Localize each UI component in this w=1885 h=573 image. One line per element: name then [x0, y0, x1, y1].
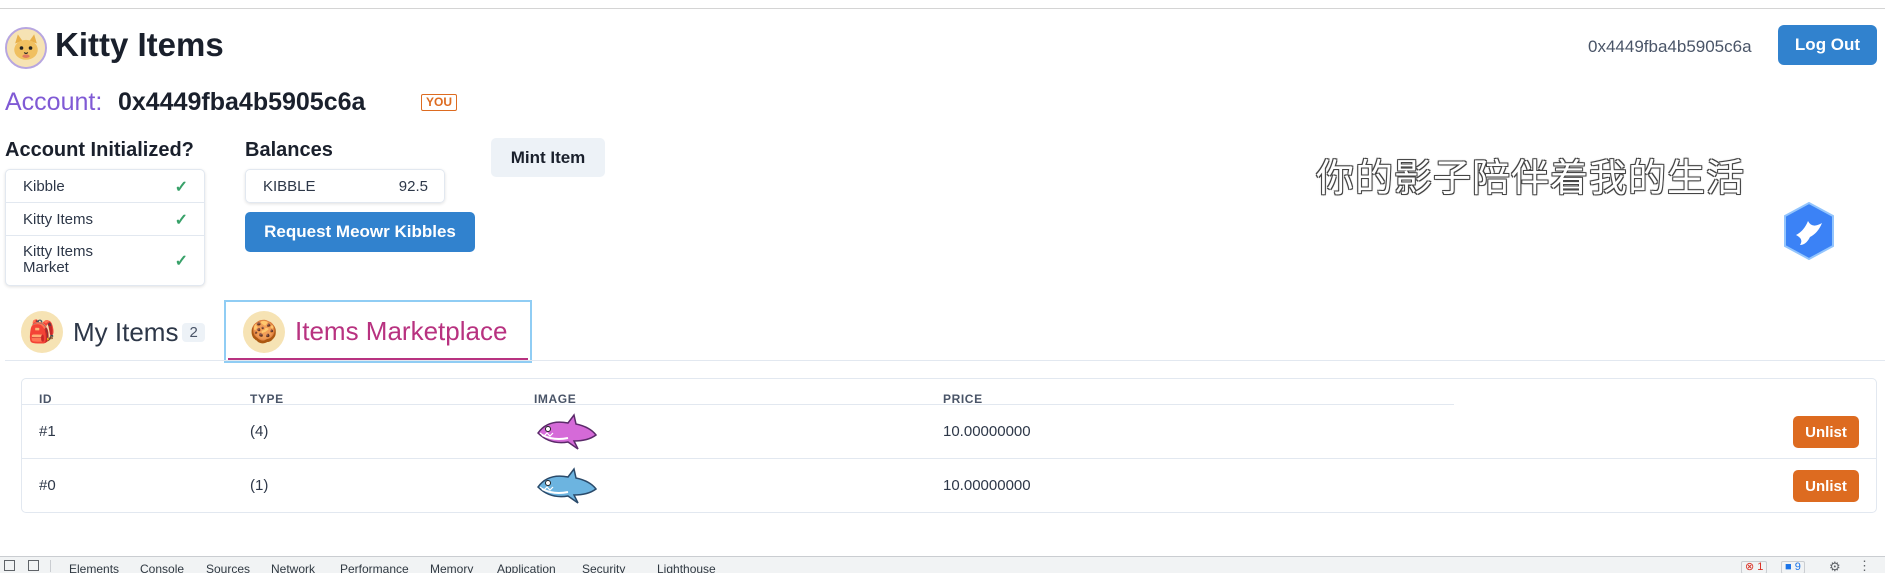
balances-heading: Balances	[245, 139, 333, 161]
bird-hexagon-icon[interactable]	[1782, 201, 1836, 261]
cell-id: #1	[39, 423, 56, 440]
tab-count-badge: 2	[182, 322, 205, 342]
you-badge: YOU	[421, 94, 458, 111]
errors-badge[interactable]: ⊗ 1	[1741, 561, 1768, 573]
cookie-icon: 🍪	[243, 310, 285, 353]
more-options-icon[interactable]: ⋮	[1858, 558, 1871, 573]
init-item-label: Kitty Items Market	[23, 243, 94, 276]
account-address: 0x4449fba4b5905c6a	[118, 88, 366, 116]
devtools-tab-application[interactable]: Application	[497, 562, 556, 573]
cell-price: 10.00000000	[943, 477, 1031, 494]
marketplace-table: ID TYPE IMAGE PRICE #1 (4) 10.00000000 U…	[21, 378, 1877, 513]
kibble-balance: KIBBLE 92.5	[245, 169, 445, 203]
top-divider	[0, 8, 1885, 9]
init-item-kibble: Kibble ✓	[6, 170, 204, 203]
check-icon: ✓	[174, 253, 188, 270]
devtools-separator	[50, 560, 51, 572]
balance-token: KIBBLE	[263, 178, 316, 195]
devtools-tab-security[interactable]: Security	[582, 562, 625, 573]
tab-items-marketplace[interactable]: 🍪 Items Marketplace	[224, 300, 532, 363]
inspect-element-icon[interactable]	[4, 560, 15, 571]
table-row: #0 (1) 10.00000000 Unlist	[22, 459, 1876, 513]
mint-item-button[interactable]: Mint Item	[491, 138, 605, 177]
unlist-button[interactable]: Unlist	[1793, 416, 1859, 448]
cell-type: (4)	[250, 423, 269, 440]
cell-price: 10.00000000	[943, 423, 1031, 440]
unlist-button[interactable]: Unlist	[1793, 470, 1859, 502]
messages-count: 9	[1794, 561, 1801, 573]
tab-label: Items Marketplace	[295, 316, 508, 346]
tab-my-items[interactable]: 🎒 My Items 2	[21, 311, 205, 353]
cell-type: (1)	[250, 477, 269, 494]
account-initialized-list: Kibble ✓ Kitty Items ✓ Kitty Items Marke…	[5, 169, 205, 286]
devtools-tab-sources[interactable]: Sources	[206, 562, 250, 573]
init-item-kitty-items-market: Kitty Items Market ✓	[6, 236, 204, 285]
gear-icon[interactable]: ⚙	[1829, 559, 1841, 573]
init-item-label: Kitty Items	[23, 211, 94, 228]
header-account-address: 0x4449fba4b5905c6a	[1588, 37, 1752, 56]
errors-count: 1	[1757, 561, 1764, 573]
init-item-label: Kibble	[23, 178, 65, 195]
devtools-tab-lighthouse[interactable]: Lighthouse	[657, 562, 716, 573]
kitty-logo-icon	[5, 27, 47, 69]
pink-shark-icon	[537, 413, 598, 450]
messages-badge[interactable]: ■ 9	[1781, 561, 1805, 573]
balance-amount: 92.5	[398, 178, 428, 195]
devtools-tab-memory[interactable]: Memory	[430, 562, 473, 573]
tab-label: My Items	[73, 316, 179, 347]
init-item-kitty-items: Kitty Items ✓	[6, 203, 204, 236]
check-icon: ✓	[174, 212, 188, 229]
account-label: Account:	[5, 88, 103, 116]
devtools-tab-network[interactable]: Network	[271, 562, 315, 573]
devtools-tab-elements[interactable]: Elements	[69, 562, 119, 573]
devtools-tab-console[interactable]: Console	[140, 562, 184, 573]
overlay-caption: 你的影子陪伴着我的生活	[1316, 156, 1746, 200]
blue-shark-icon	[537, 467, 598, 504]
logout-button[interactable]: Log Out	[1778, 25, 1877, 65]
check-icon: ✓	[174, 179, 188, 196]
backpack-icon: 🎒	[21, 311, 63, 353]
tabs-divider	[5, 360, 1885, 361]
cell-id: #0	[39, 477, 56, 494]
request-kibbles-button[interactable]: Request Meowr Kibbles	[245, 212, 475, 252]
devtools-tab-performance[interactable]: Performance	[340, 562, 409, 573]
device-toolbar-icon[interactable]	[28, 560, 39, 571]
devtools-bar: Elements Console Sources Network Perform…	[0, 556, 1885, 573]
account-initialized-heading: Account Initialized?	[5, 139, 194, 161]
app-title: Kitty Items	[55, 26, 224, 63]
table-row: #1 (4) 10.00000000 Unlist	[22, 405, 1876, 459]
